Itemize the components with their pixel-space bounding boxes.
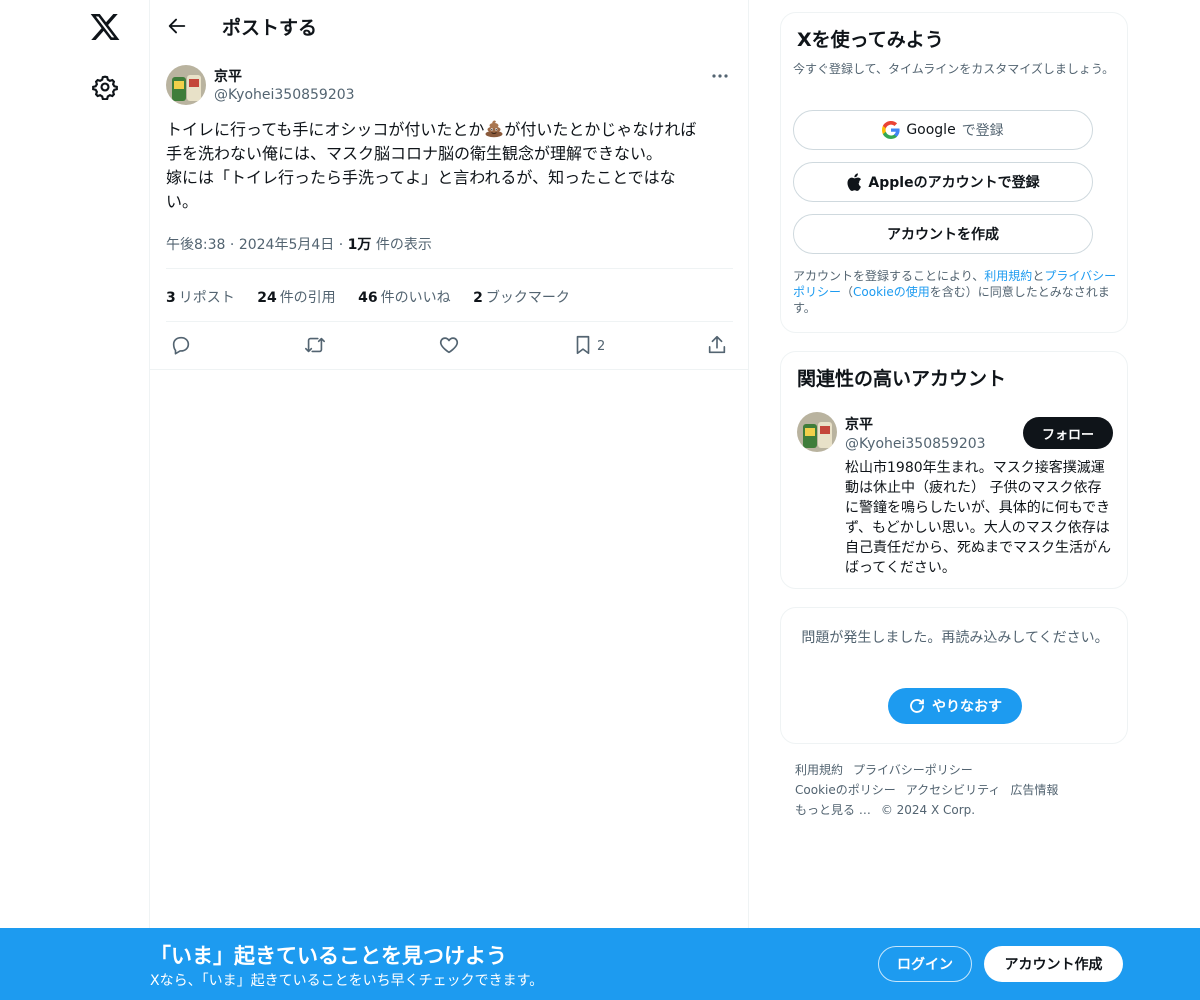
post-meta: 午後8:38 · 2024年5月4日 · 1万 件の表示 — [166, 234, 432, 254]
create-account-label: アカウントを作成 — [887, 227, 999, 243]
bookmark-count: 2 — [597, 339, 606, 354]
footer-link-cookie[interactable]: Cookieのポリシー — [795, 783, 896, 797]
signup-button[interactable]: アカウント作成 — [984, 946, 1123, 982]
footer-link-terms[interactable]: 利用規約 — [795, 763, 843, 777]
post-text-line: トイレに行っても手にオシッコが付いたとか が付いたとかじゃなければ — [166, 120, 697, 139]
post-text-line: 嫁には「トイレ行ったら手洗ってよ」と言われるが、知ったことではな — [166, 168, 676, 187]
footer-link-privacy[interactable]: プライバシーポリシー — [853, 763, 973, 777]
main-column: ポストする 京平 @Kyohei350859203 トイレに行っても手にオシッコ… — [150, 0, 749, 1000]
login-banner: 「いま」起きていることを見つけよう Xなら、「いま」起きていることをいち早くチェ… — [0, 928, 1200, 1000]
more-options-icon[interactable] — [710, 66, 730, 86]
refresh-icon — [910, 699, 924, 713]
stat-reposts[interactable]: 3 リポスト — [166, 290, 235, 306]
post-text-line: 手を洗わない俺には、マスク脳コロナ脳の衛生観念が理解できない。 — [166, 144, 663, 163]
footer-link-more[interactable]: もっと見る … — [795, 803, 871, 817]
left-nav — [0, 0, 150, 1000]
gear-icon[interactable] — [92, 74, 118, 100]
bookmark-icon[interactable] — [572, 334, 594, 356]
stat-quotes[interactable]: 24 件の引用 — [257, 290, 335, 306]
separator-dot: · — [338, 237, 348, 253]
post-time[interactable]: 午後8:38 — [166, 237, 225, 253]
apple-signup-label: Appleのアカウントで登録 — [868, 175, 1040, 191]
post-date[interactable]: 2024年5月4日 — [239, 237, 334, 253]
retry-button[interactable]: やりなおす — [888, 688, 1022, 724]
page-title: ポストする — [222, 17, 318, 39]
pile-of-poo-emoji-icon — [485, 120, 503, 138]
share-icon[interactable] — [706, 334, 728, 356]
copyright: © 2024 X Corp. — [880, 803, 976, 817]
footer-link-ads[interactable]: 広告情報 — [1010, 783, 1058, 797]
author-name[interactable]: 京平 — [214, 66, 242, 86]
related-account-name[interactable]: 京平 — [845, 414, 873, 434]
divider — [166, 321, 733, 322]
related-accounts-card: 関連性の高いアカウント 京平 @Kyohei350859203 フォロー 松山市… — [780, 351, 1128, 589]
footer-links: 利用規約 プライバシーポリシー Cookieのポリシー アクセシビリティ 広告情報 も… — [795, 760, 1115, 820]
divider — [166, 268, 733, 269]
error-card: 問題が発生しました。再読み込みしてください。 やりなおす — [780, 607, 1128, 744]
legal-notice: アカウントを登録することにより、利用規約とプライバシーポリシー（Cookieの使… — [793, 269, 1117, 315]
google-signup-button[interactable]: Google で登録 — [793, 110, 1093, 150]
stat-bookmarks[interactable]: 2 ブックマーク — [473, 290, 570, 306]
cookie-use-link[interactable]: Cookieの使用 — [853, 285, 930, 299]
related-account-handle[interactable]: @Kyohei350859203 — [845, 436, 986, 452]
post-stats: 3 リポスト 24 件の引用 46 件のいいね 2 ブックマーク — [166, 287, 588, 307]
avatar[interactable] — [166, 65, 206, 105]
views-label: 件の表示 — [375, 237, 432, 253]
post-text-line: い。 — [166, 192, 199, 211]
top-bar: ポストする — [150, 0, 749, 54]
signup-card-title: Xを使ってみよう — [797, 29, 944, 51]
signup-card-subtitle: 今すぐ登録して、タイムラインをカスタマイズしましょう。 — [793, 62, 1115, 76]
reply-icon[interactable] — [170, 334, 192, 356]
terms-link[interactable]: 利用規約 — [984, 269, 1032, 283]
views-count: 1万 — [347, 237, 372, 253]
repost-icon[interactable] — [304, 334, 326, 356]
google-logo-icon — [882, 121, 900, 139]
login-button[interactable]: ログイン — [878, 946, 972, 982]
follow-button[interactable]: フォロー — [1023, 417, 1113, 449]
banner-subtitle: Xなら、「いま」起きていることをいち早くチェックできます。 — [150, 973, 544, 989]
separator-dot: · — [229, 237, 239, 253]
post-text: トイレに行っても手にオシッコが付いたとか が付いたとかじゃなければ 手を洗わない… — [166, 118, 736, 214]
signup-card: Xを使ってみよう 今すぐ登録して、タイムラインをカスタマイズしましょう。 Goo… — [780, 12, 1128, 333]
related-account-bio: 松山市1980年生まれ。マスク接客撲滅運動は休止中（疲れた） 子供のマスク依存に… — [845, 460, 1111, 576]
footer-link-accessibility[interactable]: アクセシビリティ — [906, 783, 1001, 797]
error-message: 問題が発生しました。再読み込みしてください。 — [801, 630, 1109, 646]
google-brand-label: Google — [906, 122, 956, 138]
apple-logo-icon — [847, 173, 862, 191]
create-account-button[interactable]: アカウントを作成 — [793, 214, 1093, 254]
stat-likes[interactable]: 46 件のいいね — [358, 290, 450, 306]
google-signup-suffix: で登録 — [961, 123, 1004, 139]
avatar[interactable] — [797, 412, 837, 452]
retry-label: やりなおす — [932, 699, 1002, 715]
back-arrow-icon[interactable] — [166, 15, 188, 37]
divider — [150, 369, 749, 370]
related-accounts-title: 関連性の高いアカウント — [797, 368, 1007, 390]
banner-title: 「いま」起きていることを見つけよう — [150, 944, 507, 968]
apple-signup-button[interactable]: Appleのアカウントで登録 — [793, 162, 1093, 202]
like-heart-icon[interactable] — [438, 334, 460, 356]
x-logo-icon[interactable] — [89, 11, 121, 43]
author-handle[interactable]: @Kyohei350859203 — [214, 87, 355, 103]
